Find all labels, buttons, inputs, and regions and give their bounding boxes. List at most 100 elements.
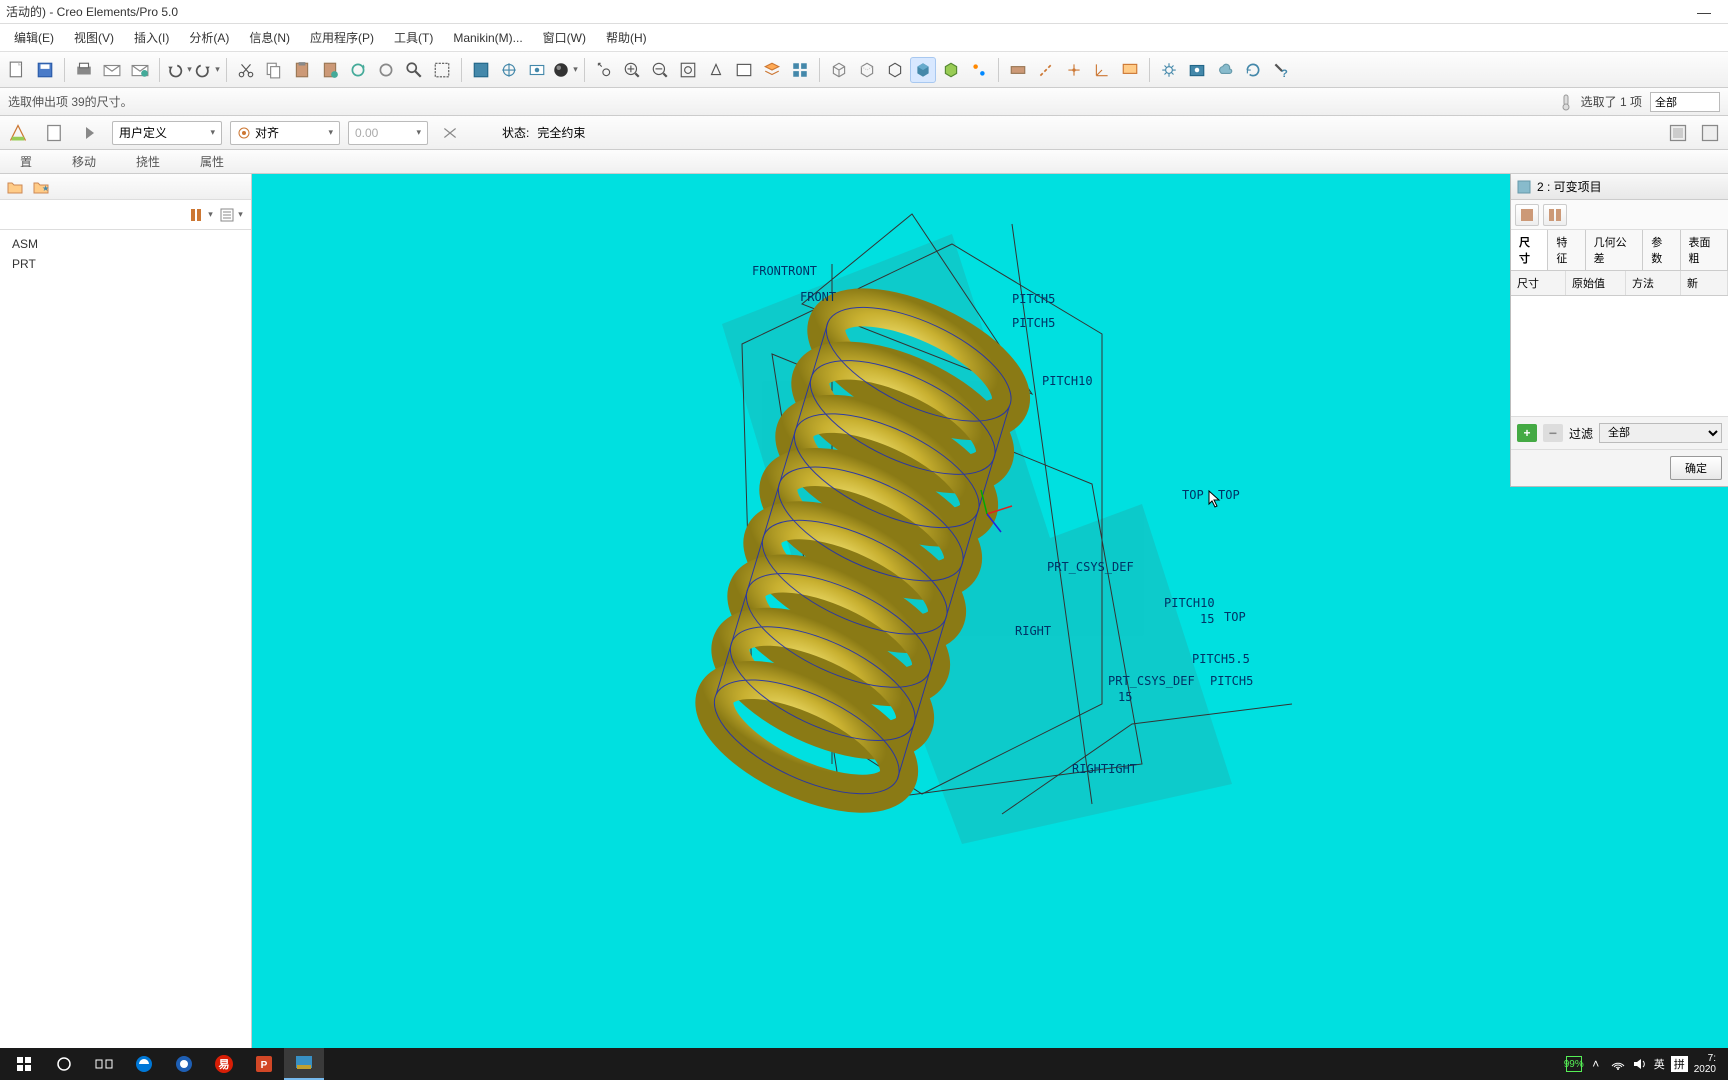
menu-analyze[interactable]: 分析(A): [179, 25, 239, 50]
email-icon[interactable]: [99, 57, 125, 83]
zoom-area-icon[interactable]: [591, 57, 617, 83]
menu-edit[interactable]: 编辑(E): [4, 25, 64, 50]
minimize-button[interactable]: —: [1686, 0, 1722, 24]
menu-view[interactable]: 视图(V): [64, 25, 124, 50]
zoom-in-icon[interactable]: [619, 57, 645, 83]
redo-icon[interactable]: ▾: [194, 57, 220, 83]
tab-flexibility[interactable]: 挠性: [124, 150, 172, 173]
doc-icon[interactable]: [40, 119, 68, 147]
paste-special-icon[interactable]: [317, 57, 343, 83]
viewmgr-icon[interactable]: [524, 57, 550, 83]
folder-star-icon[interactable]: ★: [30, 177, 52, 197]
menu-help[interactable]: 帮助(H): [596, 25, 657, 50]
shaded-icon[interactable]: [910, 57, 936, 83]
offset-value[interactable]: 0.00▾: [348, 121, 428, 145]
status-filter-select[interactable]: [1650, 92, 1720, 112]
save-icon[interactable]: [32, 57, 58, 83]
tab-surface[interactable]: 表面粗: [1681, 230, 1728, 270]
3d-viewport[interactable]: FRONTRONT FRONT PITCH5 PITCH5 PITCH10 TO…: [252, 174, 1728, 1048]
cortana-icon[interactable]: [44, 1048, 84, 1080]
tab-move[interactable]: 移动: [60, 150, 108, 173]
appearance-icon[interactable]: ▾: [552, 57, 578, 83]
hidden-line-icon[interactable]: [854, 57, 880, 83]
constraint-type-select[interactable]: 用户定义▾: [112, 121, 222, 145]
layers-icon[interactable]: [759, 57, 785, 83]
model-tree[interactable]: ASM PRT: [0, 230, 251, 1048]
ime-lang[interactable]: 英: [1654, 1056, 1665, 1072]
tab-properties[interactable]: 属性: [188, 150, 236, 173]
browser2-icon[interactable]: [164, 1048, 204, 1080]
tree-show-icon[interactable]: ▾: [219, 204, 243, 226]
tab-geotol[interactable]: 几何公差: [1586, 230, 1644, 270]
powerpoint-icon[interactable]: P: [244, 1048, 284, 1080]
wireframe-icon[interactable]: [826, 57, 852, 83]
capture-icon[interactable]: [1184, 57, 1210, 83]
email2-icon[interactable]: [127, 57, 153, 83]
ime-mode[interactable]: 拼: [1671, 1056, 1688, 1072]
music-app-icon[interactable]: 易: [204, 1048, 244, 1080]
panel-table-body[interactable]: [1511, 296, 1728, 416]
small-view1-icon[interactable]: [1664, 119, 1692, 147]
csys-toggle-icon[interactable]: [1089, 57, 1115, 83]
settings-icon[interactable]: [1156, 57, 1182, 83]
network-icon[interactable]: [1610, 1056, 1626, 1072]
refresh-icon[interactable]: [1240, 57, 1266, 83]
menu-manikin[interactable]: Manikin(M)...: [443, 27, 532, 49]
tray-up-icon[interactable]: ˄: [1588, 1056, 1604, 1072]
tab-param[interactable]: 参数: [1643, 230, 1680, 270]
remove-button[interactable]: −: [1543, 424, 1563, 442]
volume-icon[interactable]: [1632, 1056, 1648, 1072]
undo-icon[interactable]: ▾: [166, 57, 192, 83]
battery-icon[interactable]: 99%: [1566, 1056, 1582, 1072]
cloud-icon[interactable]: [1212, 57, 1238, 83]
select-icon[interactable]: [429, 57, 455, 83]
tree-node-prt[interactable]: PRT: [8, 254, 243, 274]
ok-button[interactable]: 确定: [1670, 456, 1722, 480]
saved-views-icon[interactable]: [731, 57, 757, 83]
small-view2-icon[interactable]: [1696, 119, 1724, 147]
shade-edge-icon[interactable]: [938, 57, 964, 83]
creo-app-icon[interactable]: [284, 1048, 324, 1080]
help-icon[interactable]: ?: [1268, 57, 1294, 83]
print-icon[interactable]: [71, 57, 97, 83]
zoom-fit-icon[interactable]: [675, 57, 701, 83]
find-icon[interactable]: [401, 57, 427, 83]
flip-icon[interactable]: [436, 119, 464, 147]
paste-icon[interactable]: [289, 57, 315, 83]
annot-toggle-icon[interactable]: [1117, 57, 1143, 83]
menu-app[interactable]: 应用程序(P): [300, 25, 384, 50]
menu-tools[interactable]: 工具(T): [384, 25, 443, 50]
tab-placement[interactable]: 置: [8, 150, 44, 173]
datum-axis-toggle-icon[interactable]: [1033, 57, 1059, 83]
regen-icon[interactable]: [345, 57, 371, 83]
mode2-icon[interactable]: [1543, 204, 1567, 226]
tray-time[interactable]: 7:: [1694, 1053, 1716, 1064]
edge-icon[interactable]: [124, 1048, 164, 1080]
taskview-icon[interactable]: [84, 1048, 124, 1080]
datum-plane-toggle-icon[interactable]: [1005, 57, 1031, 83]
cut-icon[interactable]: [233, 57, 259, 83]
no-hidden-icon[interactable]: [882, 57, 908, 83]
new-icon[interactable]: [4, 57, 30, 83]
repaint-icon[interactable]: [468, 57, 494, 83]
tree-node-asm[interactable]: ASM: [8, 234, 243, 254]
tree-settings-icon[interactable]: ▾: [189, 204, 213, 226]
zoom-out-icon[interactable]: [647, 57, 673, 83]
tab-dimension[interactable]: 尺寸: [1511, 230, 1548, 270]
enhance-icon[interactable]: [966, 57, 992, 83]
view-manager-icon[interactable]: [787, 57, 813, 83]
regen2-icon[interactable]: [373, 57, 399, 83]
start-button[interactable]: [4, 1048, 44, 1080]
sketch-icon[interactable]: [4, 119, 32, 147]
panel-filter-select[interactable]: 全部: [1599, 423, 1722, 443]
add-button[interactable]: +: [1517, 424, 1537, 442]
mode1-icon[interactable]: [1515, 204, 1539, 226]
menu-insert[interactable]: 插入(I): [124, 25, 179, 50]
copy-icon[interactable]: [261, 57, 287, 83]
tab-feature[interactable]: 特征: [1548, 230, 1585, 270]
orient-icon[interactable]: [703, 57, 729, 83]
datum-point-toggle-icon[interactable]: [1061, 57, 1087, 83]
align-select[interactable]: 对齐▾: [230, 121, 340, 145]
play-icon[interactable]: [76, 119, 104, 147]
spin-icon[interactable]: [496, 57, 522, 83]
